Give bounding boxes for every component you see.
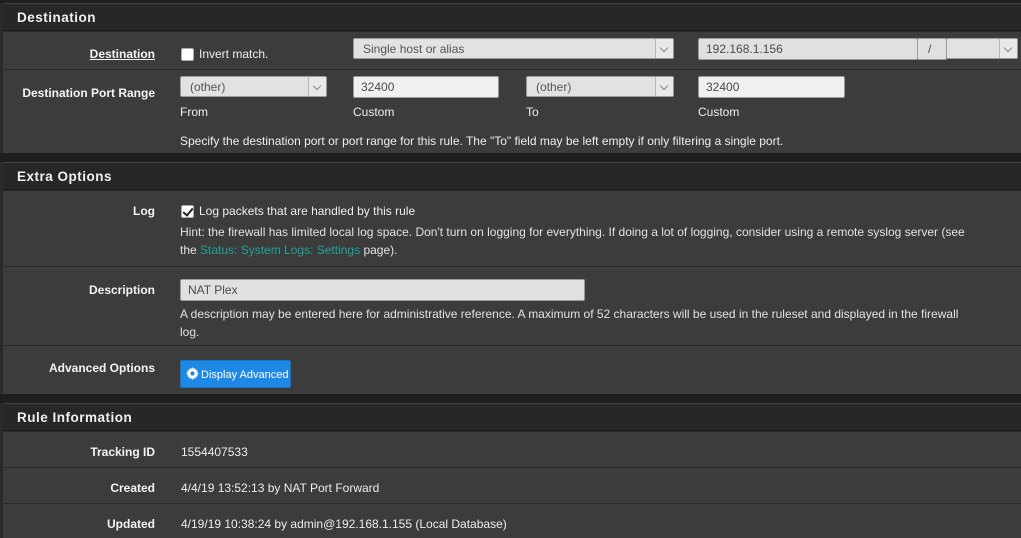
address-slash-addon: / — [917, 38, 947, 60]
system-logs-settings-link[interactable]: Status: System Logs: Settings — [200, 243, 360, 257]
to-caption: To — [526, 105, 539, 119]
description-input[interactable]: NAT Plex — [180, 279, 585, 301]
rule-information-header: Rule Information — [3, 403, 1021, 431]
display-advanced-label: Display Advanced — [201, 369, 289, 381]
log-hint: Hint: the firewall has limited local log… — [180, 223, 1015, 259]
port-range-label: Destination Port Range — [22, 86, 155, 100]
destination-panel: Destination Destination Invert match. Si… — [0, 3, 1021, 153]
destination-row: Destination Invert match. Single host or… — [3, 31, 1021, 69]
display-advanced-button[interactable]: Display Advanced — [180, 360, 291, 388]
from-port-select-value: (other) — [190, 80, 226, 94]
from-caption: From — [180, 105, 208, 119]
log-hint-the: the — [180, 243, 197, 257]
destination-header: Destination — [3, 3, 1021, 31]
extra-options-panel: Extra Options Log Log packets that are h… — [0, 162, 1021, 394]
tracking-id-label: Tracking ID — [90, 445, 155, 459]
destination-type-select[interactable]: Single host or alias — [353, 38, 674, 59]
extra-options-header: Extra Options — [3, 162, 1021, 190]
tracking-id-row: Tracking ID 1554407533 — [3, 431, 1021, 467]
rule-information-panel: Rule Information Tracking ID 1554407533 … — [0, 403, 1021, 538]
updated-row: Updated 4/19/19 10:38:24 by admin@192.16… — [3, 503, 1021, 538]
log-row: Log Log packets that are handled by this… — [3, 190, 1021, 266]
tracking-id-value: 1554407533 — [181, 445, 248, 459]
from-port-custom-input[interactable]: 32400 — [353, 76, 499, 98]
destination-address-input[interactable]: 192.168.1.156 — [698, 38, 918, 60]
chevron-down-icon — [999, 39, 1017, 58]
to-port-select-value: (other) — [536, 80, 572, 94]
updated-label: Updated — [107, 517, 155, 531]
invert-match-checkbox[interactable] — [181, 48, 194, 61]
log-label: Log — [133, 204, 155, 218]
to-port-select[interactable]: (other) — [526, 76, 674, 97]
gear-icon — [186, 367, 199, 380]
description-help-text-2: log. — [180, 325, 200, 339]
advanced-options-label: Advanced Options — [48, 361, 155, 375]
log-checkbox-label: Log packets that are handled by this rul… — [199, 204, 416, 218]
description-label: Description — [88, 283, 155, 297]
from-port-custom-value: 32400 — [361, 80, 395, 94]
description-row: Description NAT Plex A description may b… — [3, 266, 1021, 345]
created-row: Created 4/4/19 13:52:13 by NAT Port Forw… — [3, 467, 1021, 503]
from-port-select[interactable]: (other) — [180, 76, 327, 97]
destination-label: Destination — [89, 47, 155, 61]
chevron-down-icon — [308, 77, 326, 96]
updated-value: 4/19/19 10:38:24 by admin@192.168.1.155 … — [181, 517, 507, 531]
invert-match-label: Invert match. — [199, 47, 269, 61]
to-port-custom-input[interactable]: 32400 — [698, 76, 845, 98]
custom-caption-2: Custom — [698, 105, 740, 119]
created-value: 4/4/19 13:52:13 by NAT Port Forward — [181, 481, 380, 495]
port-range-help: Specify the destination port or port ran… — [180, 134, 784, 148]
log-hint-text: Hint: the firewall has limited local log… — [180, 225, 965, 239]
slash-text: / — [928, 42, 932, 56]
log-checkbox[interactable] — [181, 205, 194, 218]
destination-address-value: 192.168.1.156 — [706, 42, 783, 56]
to-port-custom-value: 32400 — [706, 80, 740, 94]
description-help: A description may be entered here for ad… — [180, 305, 1015, 341]
description-value: NAT Plex — [188, 283, 238, 297]
destination-type-value: Single host or alias — [363, 42, 465, 56]
description-help-text: A description may be entered here for ad… — [180, 307, 959, 321]
advanced-options-row: Advanced Options Display Advanced — [3, 345, 1021, 394]
created-label: Created — [110, 481, 155, 495]
destination-mask-select[interactable] — [946, 38, 1018, 59]
custom-caption: Custom — [353, 105, 395, 119]
log-hint-end: page). — [363, 243, 398, 257]
chevron-down-icon — [655, 39, 673, 58]
destination-port-range-row: Destination Port Range (other) 32400 (ot… — [3, 69, 1021, 153]
chevron-down-icon — [655, 77, 673, 96]
